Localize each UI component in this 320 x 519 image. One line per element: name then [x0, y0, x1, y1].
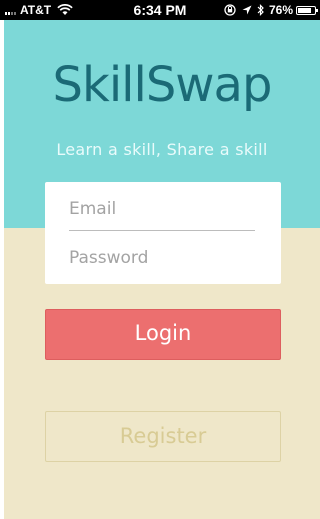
battery-icon	[296, 5, 318, 15]
app-screen: SkillSwap Learn a skill, Share a skill L…	[4, 20, 320, 519]
login-form	[45, 182, 281, 284]
app-tagline: Learn a skill, Share a skill	[56, 140, 268, 159]
email-field[interactable]	[69, 191, 255, 227]
battery-level	[298, 7, 311, 13]
field-divider	[69, 230, 255, 231]
status-right: 76%	[218, 0, 318, 20]
app-logo: SkillSwap	[52, 57, 273, 113]
password-field[interactable]	[69, 240, 255, 276]
register-button[interactable]: Register	[45, 411, 281, 462]
location-icon	[242, 5, 252, 14]
bluetooth-icon	[257, 4, 264, 16]
lock-rotation-icon	[224, 4, 236, 16]
login-button[interactable]: Login	[45, 309, 281, 360]
status-bar: AT&T 6:34 PM 76%	[0, 0, 320, 20]
battery-percent: 76%	[268, 3, 293, 17]
